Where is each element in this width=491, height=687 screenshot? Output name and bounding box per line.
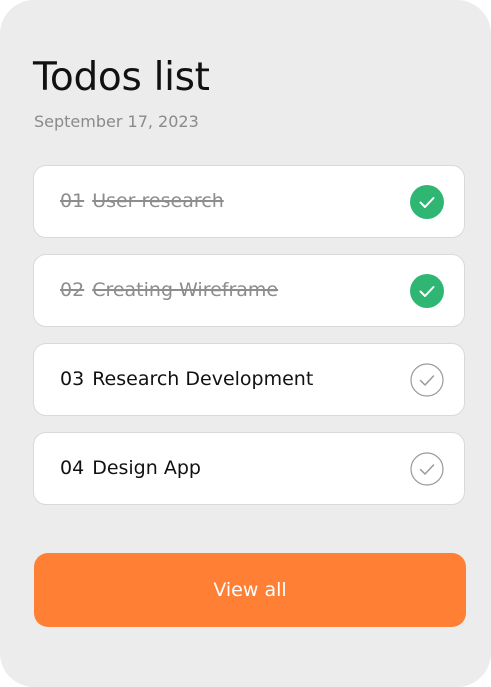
completed-check-icon[interactable] [410, 274, 444, 308]
todo-item[interactable]: 04 Design App [33, 432, 465, 505]
pending-check-icon[interactable] [410, 363, 444, 397]
todo-number: 03 [60, 368, 85, 390]
todo-label: 02 Creating Wireframe [60, 255, 278, 326]
todo-text: User research [92, 190, 224, 212]
page-title: Todos list [33, 55, 210, 100]
completed-check-icon[interactable] [410, 185, 444, 219]
date-label: September 17, 2023 [34, 112, 199, 131]
todo-item[interactable]: 02 Creating Wireframe [33, 254, 465, 327]
todo-text: Research Development [92, 368, 314, 390]
todo-label: 04 Design App [60, 433, 201, 504]
todo-number: 01 [60, 190, 85, 212]
pending-check-icon[interactable] [410, 452, 444, 486]
todo-item[interactable]: 01 User research [33, 165, 465, 238]
todo-label: 01 User research [60, 166, 224, 237]
todos-card: Todos list September 17, 2023 01 User res… [0, 0, 491, 687]
todo-number: 04 [60, 457, 85, 479]
view-all-button[interactable]: View all [34, 553, 466, 627]
todo-item[interactable]: 03 Research Development [33, 343, 465, 416]
todo-label: 03 Research Development [60, 344, 313, 415]
todo-text: Design App [92, 457, 201, 479]
todo-text: Creating Wireframe [92, 279, 279, 301]
todo-number: 02 [60, 279, 85, 301]
